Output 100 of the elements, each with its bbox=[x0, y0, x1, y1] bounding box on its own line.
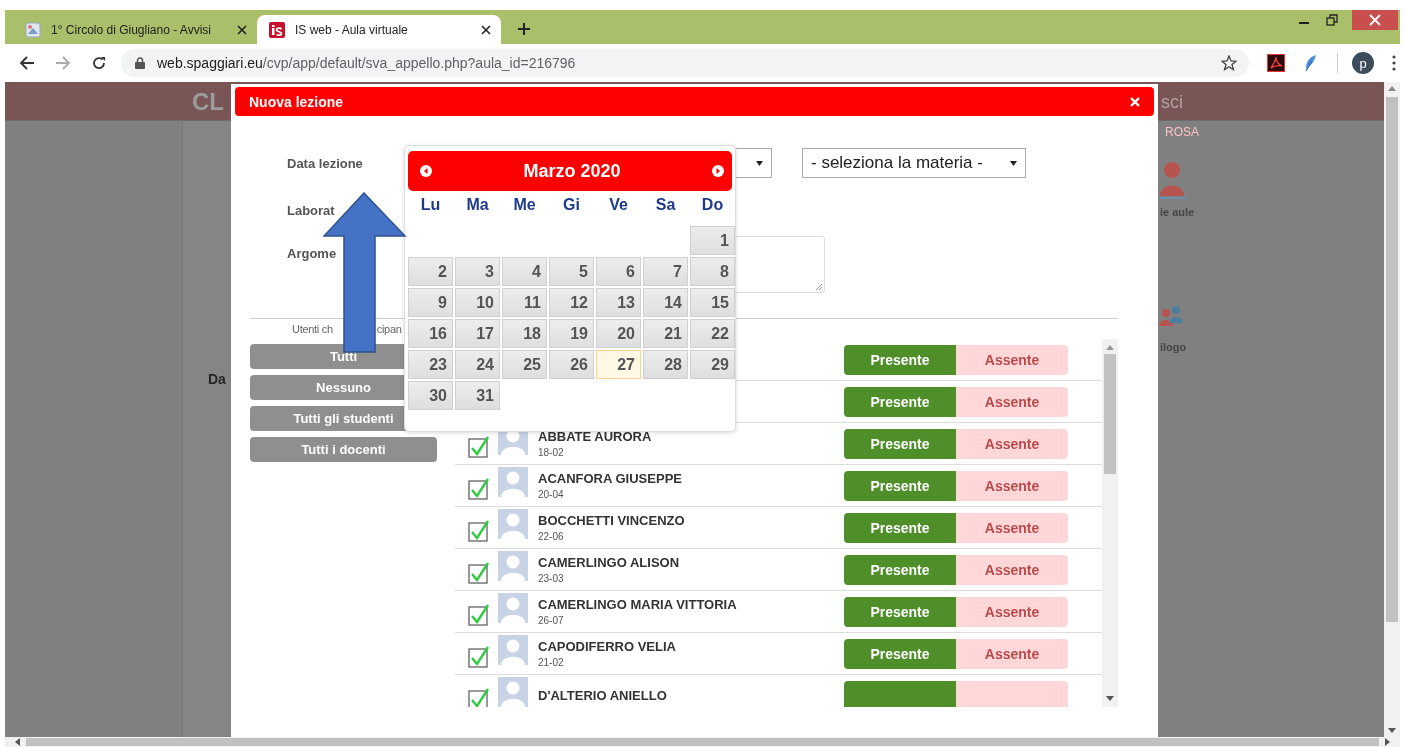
absent-button[interactable]: Assente bbox=[956, 596, 1068, 627]
calendar-day[interactable]: 27 bbox=[596, 350, 641, 379]
calendar-day[interactable]: 7 bbox=[643, 257, 688, 286]
present-button[interactable]: Presente bbox=[844, 512, 956, 543]
present-button[interactable]: Presente bbox=[844, 344, 956, 375]
caret-icon[interactable] bbox=[1010, 160, 1017, 166]
avatar-icon bbox=[498, 550, 528, 581]
new-tab-icon[interactable] bbox=[517, 22, 531, 36]
close-icon[interactable] bbox=[481, 24, 491, 35]
present-button[interactable]: Presente bbox=[844, 596, 956, 627]
calendar-day[interactable]: 14 bbox=[643, 288, 688, 317]
absent-button[interactable]: Assente bbox=[956, 428, 1068, 459]
calendar-day[interactable]: 31 bbox=[455, 381, 500, 410]
absent-button[interactable]: Assente bbox=[956, 638, 1068, 669]
present-button[interactable]: Presente bbox=[844, 554, 956, 585]
restore-icon[interactable] bbox=[1326, 14, 1338, 26]
header-text: sci bbox=[1161, 92, 1183, 113]
pdf-extension-icon[interactable] bbox=[1267, 54, 1285, 72]
calendar-day[interactable]: 18 bbox=[502, 319, 547, 348]
present-button[interactable]: Presente bbox=[844, 428, 956, 459]
calendar-day[interactable]: 13 bbox=[596, 288, 641, 317]
absent-button[interactable]: Assente bbox=[956, 554, 1068, 585]
absent-button[interactable]: Assente bbox=[956, 470, 1068, 501]
reload-icon[interactable] bbox=[91, 55, 107, 71]
profile-avatar[interactable]: p bbox=[1352, 52, 1374, 74]
calendar-day[interactable]: 30 bbox=[408, 381, 453, 410]
calendar-day[interactable]: 16 bbox=[408, 319, 453, 348]
present-button[interactable]: Presente bbox=[844, 470, 956, 501]
calendar-day[interactable]: 12 bbox=[549, 288, 594, 317]
forward-icon[interactable] bbox=[55, 55, 71, 71]
calendar-day[interactable]: 5 bbox=[549, 257, 594, 286]
calendar-day[interactable]: 28 bbox=[643, 350, 688, 379]
calendar-day[interactable]: 25 bbox=[502, 350, 547, 379]
avatar-icon bbox=[498, 466, 528, 497]
user-name: ROSA bbox=[1165, 125, 1199, 139]
next-icon[interactable] bbox=[712, 165, 724, 177]
absent-button[interactable]: Assente bbox=[956, 512, 1068, 543]
checkbox[interactable] bbox=[468, 645, 490, 668]
url-text[interactable]: web.spaggiari.eu/cvp/app/default/sva_appello.php?aula_id=216796 bbox=[157, 55, 576, 71]
calendar-day[interactable]: 20 bbox=[596, 319, 641, 348]
calendar-day[interactable]: 17 bbox=[455, 319, 500, 348]
calendar-day[interactable]: 22 bbox=[690, 319, 735, 348]
caret-icon[interactable] bbox=[756, 160, 763, 166]
absent-button[interactable]: Assente bbox=[956, 344, 1068, 375]
feather-icon[interactable] bbox=[1303, 54, 1319, 72]
student-name: D'ALTERIO ANIELLO bbox=[538, 688, 667, 703]
scroll-left-icon[interactable] bbox=[15, 738, 20, 746]
present-button[interactable] bbox=[844, 680, 956, 707]
star-icon[interactable] bbox=[1221, 55, 1237, 71]
checkbox[interactable] bbox=[468, 477, 490, 500]
checkbox[interactable] bbox=[468, 687, 490, 707]
calendar-day[interactable]: 24 bbox=[455, 350, 500, 379]
subject-select[interactable]: - seleziona la materia - bbox=[802, 148, 1026, 178]
menu-icon[interactable] bbox=[1392, 55, 1396, 71]
absent-button[interactable]: Assente bbox=[956, 386, 1068, 417]
people-icon bbox=[1158, 305, 1184, 327]
calendar-day[interactable]: 9 bbox=[408, 288, 453, 317]
calendar-day[interactable]: 29 bbox=[690, 350, 735, 379]
address-bar[interactable]: web.spaggiari.eu/cvp/app/default/sva_appello.php?aula_id=216796 bbox=[121, 49, 1249, 77]
checkbox[interactable] bbox=[468, 519, 490, 542]
calendar-day[interactable]: 26 bbox=[549, 350, 594, 379]
calendar-day[interactable]: 8 bbox=[690, 257, 735, 286]
browser-tab[interactable]: IS web - Aula virtuale bbox=[257, 15, 501, 44]
scrollbar-thumb[interactable] bbox=[1386, 97, 1398, 622]
close-window-button[interactable] bbox=[1352, 10, 1398, 30]
checkbox[interactable] bbox=[468, 561, 490, 584]
scroll-down-icon[interactable] bbox=[1388, 728, 1396, 733]
scroll-right-icon[interactable] bbox=[1385, 738, 1390, 746]
calendar-day[interactable]: 10 bbox=[455, 288, 500, 317]
scrollbar[interactable] bbox=[1384, 82, 1400, 737]
browser-tab[interactable]: 1° Circolo di Giugliano - Avvisi bbox=[13, 15, 257, 44]
scrollbar[interactable] bbox=[5, 737, 1400, 747]
checkbox[interactable] bbox=[468, 603, 490, 626]
present-button[interactable]: Presente bbox=[844, 638, 956, 669]
calendar-day[interactable]: 6 bbox=[596, 257, 641, 286]
scrollbar-thumb[interactable] bbox=[1104, 354, 1116, 474]
calendar-day[interactable]: 23 bbox=[408, 350, 453, 379]
calendar-day[interactable]: 19 bbox=[549, 319, 594, 348]
scroll-down-icon[interactable] bbox=[1106, 696, 1114, 701]
student-date: 21-02 bbox=[538, 657, 565, 668]
previous-icon[interactable] bbox=[420, 165, 432, 177]
weekday-label: Ve bbox=[608, 195, 629, 214]
calendar-day[interactable]: 3 bbox=[455, 257, 500, 286]
tile-label: ilogo bbox=[1160, 341, 1187, 353]
calendar-day[interactable]: 11 bbox=[502, 288, 547, 317]
calendar-day[interactable]: 4 bbox=[502, 257, 547, 286]
scroll-up-icon[interactable] bbox=[1388, 86, 1396, 91]
calendar-day[interactable]: 1 bbox=[690, 226, 735, 255]
close-icon[interactable] bbox=[237, 24, 247, 35]
calendar-day[interactable]: 15 bbox=[690, 288, 735, 317]
site-logo-icon bbox=[269, 21, 285, 38]
calendar-day[interactable]: 21 bbox=[643, 319, 688, 348]
calendar-day[interactable]: 2 bbox=[408, 257, 453, 286]
present-button[interactable]: Presente bbox=[844, 386, 956, 417]
scroll-up-icon[interactable] bbox=[1106, 345, 1114, 350]
checkbox[interactable] bbox=[468, 435, 490, 458]
back-icon[interactable] bbox=[19, 55, 35, 71]
scrollbar[interactable] bbox=[1102, 339, 1118, 707]
student-name: ABBATE AURORA bbox=[538, 429, 652, 444]
scrollbar-thumb[interactable] bbox=[26, 738, 1379, 746]
